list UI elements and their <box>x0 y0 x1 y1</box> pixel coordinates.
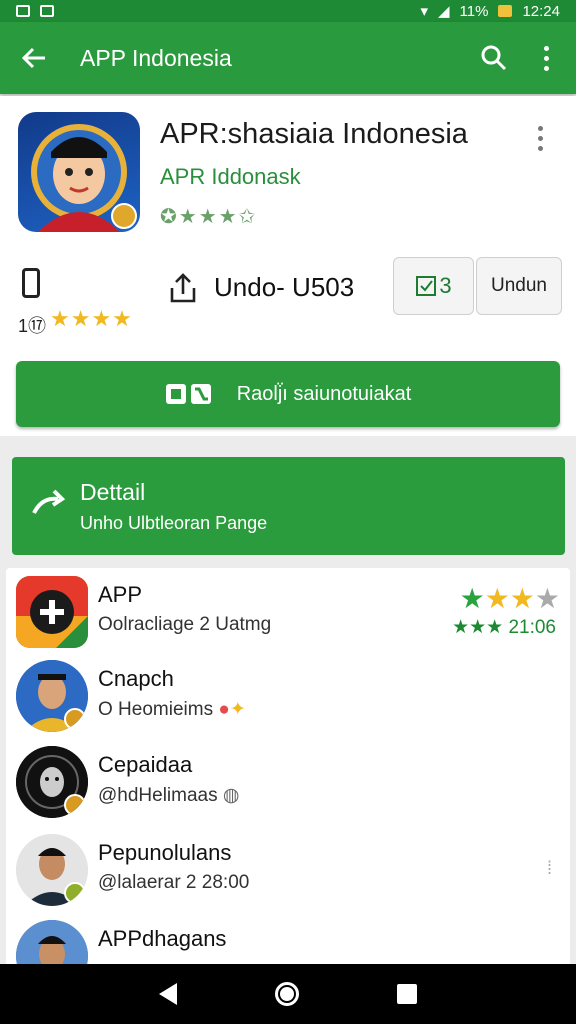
app-badge-icon <box>165 384 211 404</box>
list-item[interactable]: Pepunolulans @lalaerar 2 28:00 ⁞ <box>6 826 570 914</box>
plus-app-icon <box>16 576 88 648</box>
system-nav-bar <box>0 964 576 1024</box>
primary-action-label: Raolj̈ı saiunotuiakat <box>236 382 412 405</box>
list-item-name: APPdhagans <box>98 926 227 951</box>
undun-button-label: Undun <box>491 275 547 296</box>
list-item-name: Cnapch <box>98 666 174 691</box>
install-button[interactable]: 3 <box>393 257 474 315</box>
status-bar: ▾ ◢ 11% 12:24 <box>0 0 576 22</box>
list-item-sub: O Heomieims ●✦ <box>98 699 246 720</box>
share-icon[interactable] <box>168 272 198 304</box>
app-list: APP Oolracliage 2 Uatmg ★★★★ ★★★ 21:06 C… <box>6 568 570 968</box>
app-header-card: APR:shasiaia Indonesia APR Iddonask ✪★★★… <box>0 96 576 436</box>
avatar <box>16 746 88 818</box>
undo-label: Undo- U503 <box>214 272 355 302</box>
person-portrait-icon <box>16 920 88 968</box>
search-icon <box>481 45 507 71</box>
badge-icon <box>64 882 86 904</box>
list-item-name: Pepunolulans <box>98 840 232 865</box>
detail-banner[interactable]: Dettail Unho Ulbtleoran Pange <box>12 457 565 555</box>
list-item-rating: ★★★★ <box>459 583 560 614</box>
avatar <box>16 920 88 968</box>
battery-level: 11% <box>459 2 489 20</box>
avatar <box>16 660 88 732</box>
arrow-left-icon <box>21 47 45 69</box>
stat-stars: ★★★★ <box>50 306 133 331</box>
app-toolbar: APP Indonesia <box>0 22 576 94</box>
list-item[interactable]: Cnapch O Heomieims ●✦ <box>6 652 570 740</box>
avatar <box>16 834 88 906</box>
emoji-icon: ● <box>218 699 230 720</box>
app-rating-stars: ✪★★★✩ <box>160 206 258 228</box>
globe-icon: ◍ <box>222 785 240 806</box>
signal-icon: ◢ <box>437 3 450 20</box>
detail-title: Dettail <box>80 479 146 505</box>
list-item[interactable]: APP Oolracliage 2 Uatmg ★★★★ ★★★ 21:06 <box>6 568 570 656</box>
list-item-name: Cepaidaa <box>98 752 193 777</box>
nav-recents-icon[interactable] <box>397 984 417 1004</box>
overflow-menu-button[interactable] <box>534 38 558 78</box>
undun-button[interactable]: Undun <box>476 257 562 315</box>
badge-icon <box>64 708 86 730</box>
checkbox-icon <box>416 276 437 296</box>
nav-home-icon[interactable] <box>275 982 299 1006</box>
list-item-sub: Oolracliage 2 Uatmg <box>98 614 272 635</box>
more-vert-icon <box>543 45 549 51</box>
app-name: APR:shasiaia Indonesia <box>160 118 468 150</box>
clock: 12:24 <box>522 2 560 20</box>
wifi-icon: ▾ <box>420 3 428 20</box>
nav-back-icon[interactable] <box>159 983 177 1005</box>
toolbar-title: APP Indonesia <box>80 44 232 71</box>
primary-action-button[interactable]: Raolj̈ı saiunotuiakat <box>16 361 560 427</box>
developer-name[interactable]: APR Iddonask <box>160 164 301 190</box>
search-button[interactable] <box>474 38 514 78</box>
app-avatar <box>16 576 88 648</box>
person-illustration-icon <box>31 124 137 232</box>
phone-icon <box>22 268 40 298</box>
app-more-button[interactable] <box>538 126 543 151</box>
app-icon[interactable] <box>18 112 140 232</box>
notification-icon <box>16 5 30 17</box>
back-button[interactable] <box>16 40 52 76</box>
refresh-arrow-icon <box>32 489 66 514</box>
more-vert-icon <box>538 126 543 131</box>
list-item-sub: @lalaerar 2 28:00 <box>98 872 250 893</box>
drag-handle-icon[interactable]: ⁞ <box>547 858 552 879</box>
install-button-label: 3 <box>439 273 452 298</box>
list-item-name: APP <box>98 582 143 607</box>
detail-subtitle: Unho Ulbtleoran Pange <box>80 513 268 533</box>
list-item-rating-count: ★★★ 21:06 <box>452 617 556 638</box>
list-item[interactable]: APPdhagans <box>6 912 570 968</box>
list-item-sub: @hdHelimaas ◍ <box>98 785 240 806</box>
stat-value: 1⑰ <box>18 316 47 336</box>
badge-icon <box>64 794 86 816</box>
image-notification-icon <box>40 5 54 17</box>
list-item[interactable]: Cepaidaa @hdHelimaas ◍ <box>6 738 570 826</box>
battery-icon <box>498 5 513 17</box>
